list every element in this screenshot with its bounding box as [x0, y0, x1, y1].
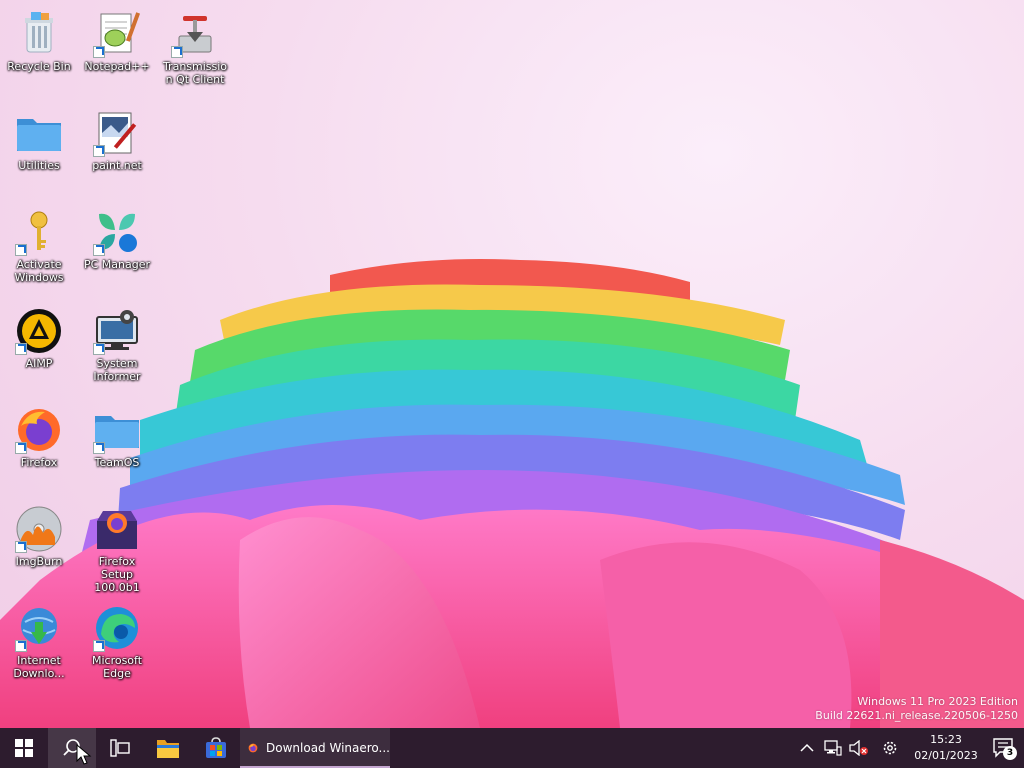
internet-download-manager-icon: [15, 604, 63, 652]
task-view-icon: [110, 739, 130, 757]
taskbar-app-firefox[interactable]: Download Winaero...: [240, 728, 390, 768]
file-explorer-button[interactable]: [144, 728, 192, 768]
shortcut-arrow-icon: [15, 640, 27, 652]
desktop-icon-pc-manager[interactable]: PC Manager: [80, 200, 154, 292]
desktop-icon-microsoft-edge[interactable]: Microsoft Edge: [80, 596, 154, 688]
desktop-icon-label: AIMP: [25, 357, 53, 370]
shortcut-arrow-icon: [93, 145, 105, 157]
volume-muted-icon: [849, 740, 868, 756]
system-tray: 15:23 02/01/2023 3: [794, 728, 1024, 768]
clock-time: 15:23: [930, 733, 962, 746]
shortcut-arrow-icon: [93, 46, 105, 58]
desktop-icon-label: Internet Downlo...: [13, 654, 65, 680]
desktop-icon-internet-download-manager[interactable]: Internet Downlo...: [2, 596, 76, 688]
desktop-icon-label: TeamOS: [94, 456, 140, 469]
chevron-up-icon: [800, 743, 814, 752]
notification-count-badge: 3: [1003, 746, 1017, 760]
start-icon: [15, 739, 33, 757]
mouse-cursor-icon: [76, 744, 92, 765]
shortcut-arrow-icon: [93, 343, 105, 355]
desktop-icon-paint-net[interactable]: paint.net: [80, 101, 154, 193]
store-icon: [206, 737, 226, 758]
desktop-icon-imgburn[interactable]: ImgBurn: [2, 497, 76, 589]
shortcut-arrow-icon: [171, 46, 183, 58]
network-icon: [824, 740, 842, 756]
folder-icon: [93, 406, 141, 454]
desktop-icon-label: Microsoft Edge: [91, 654, 143, 680]
desktop-icon-notepad-plus-plus[interactable]: Notepad++: [80, 2, 154, 94]
system-informer-icon: [93, 307, 141, 355]
aimp-icon: [15, 307, 63, 355]
edge-icon: [93, 604, 141, 652]
taskbar-app-label: Download Winaero...: [266, 741, 390, 755]
desktop-icon-label: Firefox Setup 100.0b1: [94, 555, 140, 594]
pc-manager-icon: [93, 208, 141, 256]
watermark-edition: Windows 11 Pro 2023 Edition: [857, 695, 1018, 708]
desktop-icon-aimp[interactable]: AIMP: [2, 299, 76, 391]
desktop-icon-recycle-bin[interactable]: Recycle Bin: [2, 2, 76, 94]
desktop-icon-label: Recycle Bin: [7, 60, 71, 73]
shortcut-arrow-icon: [15, 343, 27, 355]
desktop-icon-label: Activate Windows: [14, 258, 64, 284]
notepad-plus-plus-icon: [93, 10, 141, 58]
edition-watermark: Windows 11 Pro 2023 Edition Build 22621.…: [815, 695, 1018, 723]
desktop-icon-label: paint.net: [92, 159, 142, 172]
desktop-icon-label: Utilities: [18, 159, 60, 172]
shortcut-arrow-icon: [93, 442, 105, 454]
file-explorer-icon: [157, 740, 179, 758]
desktop-icon-label: System Informer: [93, 357, 141, 383]
transmission-icon: [171, 10, 219, 58]
shortcut-arrow-icon: [93, 244, 105, 256]
volume-button[interactable]: [846, 728, 872, 768]
firefox-setup-icon: [93, 505, 141, 553]
settings-icon: [883, 741, 897, 755]
desktop-icon-teamos[interactable]: TeamOS: [80, 398, 154, 490]
notification-center-button[interactable]: 3: [984, 728, 1024, 768]
settings-button[interactable]: [872, 728, 908, 768]
watermark-build: Build 22621.ni_release.220506-1250: [815, 709, 1018, 722]
desktop-icon-label: Notepad++: [84, 60, 150, 73]
key-icon: [15, 208, 63, 256]
desktop-icon-firefox-setup[interactable]: Firefox Setup 100.0b1: [80, 497, 154, 594]
desktop-icon-label: PC Manager: [83, 258, 151, 271]
recycle-bin-icon: [15, 10, 63, 58]
task-view-button[interactable]: [96, 728, 144, 768]
firefox-icon: [248, 743, 258, 753]
shortcut-arrow-icon: [15, 244, 27, 256]
shortcut-arrow-icon: [15, 541, 27, 553]
firefox-icon: [15, 406, 63, 454]
desktop-icon-label: Firefox: [20, 456, 58, 469]
desktop-icon-label: Transmission Qt Client: [162, 60, 228, 86]
folder-icon: [15, 109, 63, 157]
clock[interactable]: 15:23 02/01/2023: [908, 732, 984, 764]
desktop-icon-utilities[interactable]: Utilities: [2, 101, 76, 193]
taskbar: Download Winaero... 15:23 02/01/2023 3: [0, 728, 1024, 768]
desktop-icon-activate-windows[interactable]: Activate Windows: [2, 200, 76, 292]
clock-date: 02/01/2023: [914, 749, 978, 762]
shortcut-arrow-icon: [93, 640, 105, 652]
imgburn-icon: [15, 505, 63, 553]
store-button[interactable]: [192, 728, 240, 768]
start-button[interactable]: [0, 728, 48, 768]
desktop-icon-transmission[interactable]: Transmission Qt Client: [158, 2, 232, 94]
paint-net-icon: [93, 109, 141, 157]
desktop-icon-label: ImgBurn: [15, 555, 63, 568]
shortcut-arrow-icon: [15, 442, 27, 454]
network-button[interactable]: [820, 728, 846, 768]
show-hidden-icons-button[interactable]: [794, 728, 820, 768]
desktop-icon-system-informer[interactable]: System Informer: [80, 299, 154, 391]
desktop-icon-firefox[interactable]: Firefox: [2, 398, 76, 490]
